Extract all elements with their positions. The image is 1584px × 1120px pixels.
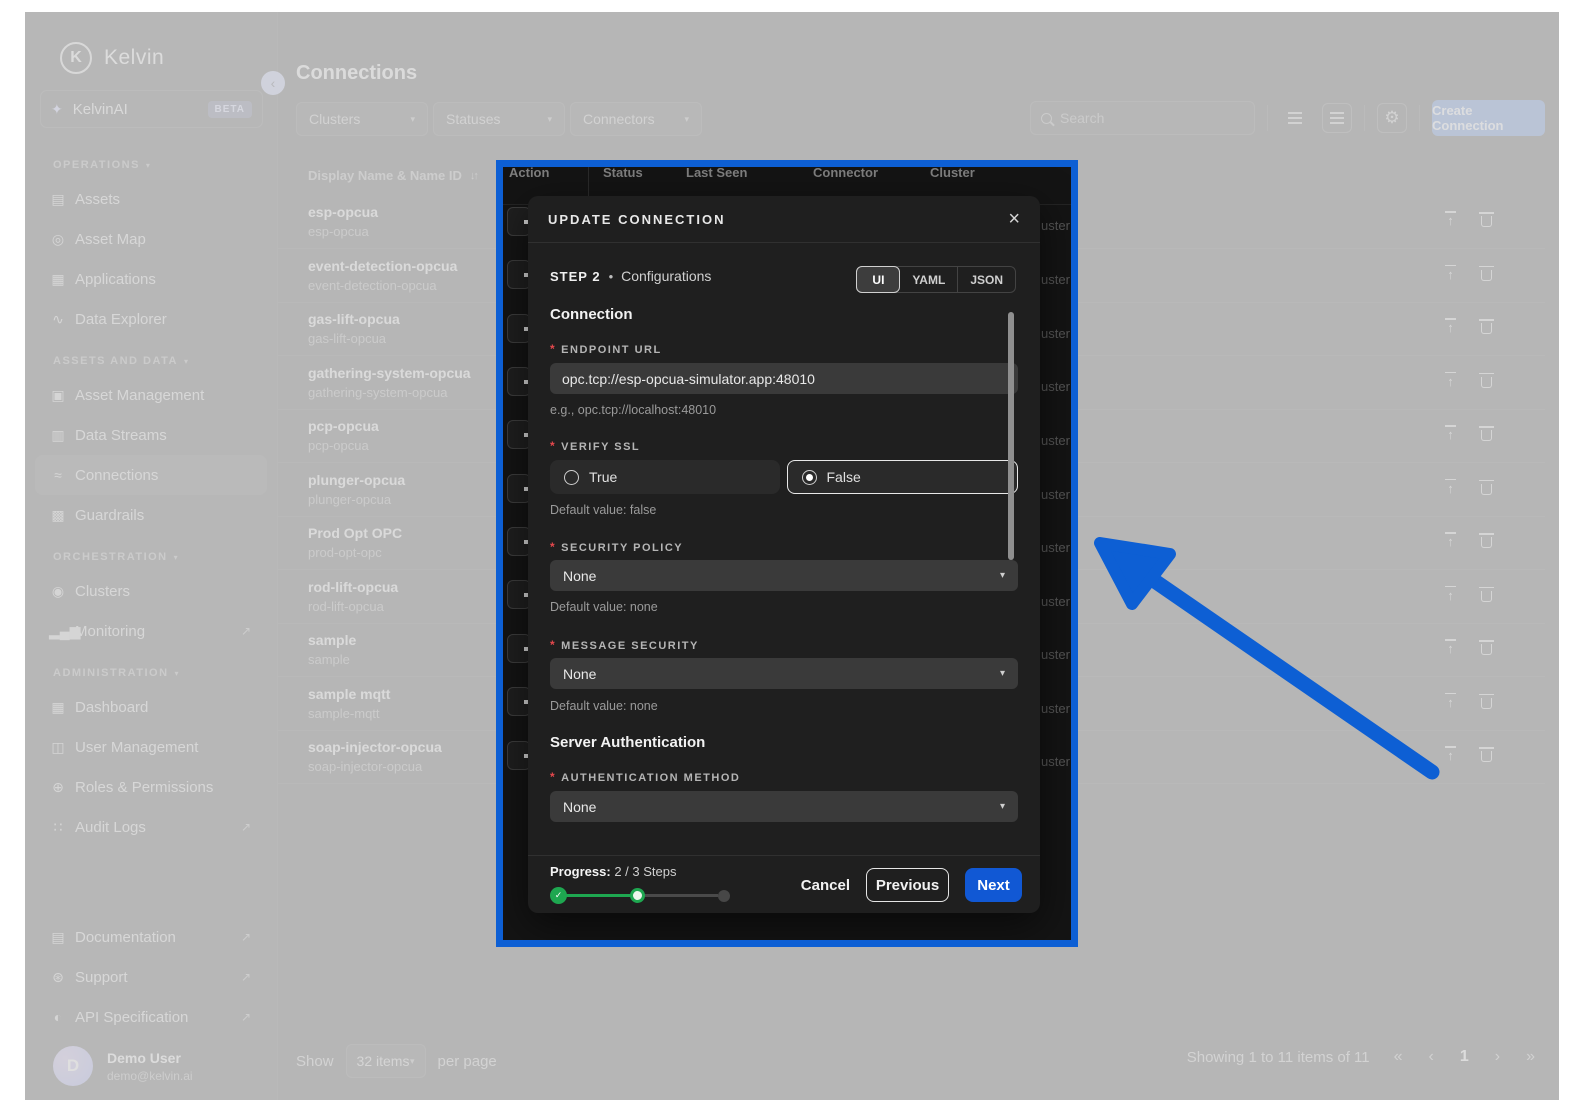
progress-steps: 2 / 3 Steps	[614, 864, 676, 879]
required-icon: *	[550, 770, 556, 784]
tab-ui[interactable]: UI	[856, 266, 900, 293]
progress-label: Progress:	[550, 864, 611, 879]
cancel-button[interactable]: Cancel	[801, 877, 850, 894]
screenshot-stage: K Kelvin ✦ KelvinAI BETA OPERATIONS▾▤Ass…	[0, 0, 1584, 1120]
verify-ssl-label: *VERIFY SSL	[550, 439, 640, 453]
modal-title: UPDATE CONNECTION	[548, 212, 725, 227]
close-icon[interactable]: ×	[1008, 209, 1020, 229]
cluster-cell-fragment: uster	[1041, 272, 1070, 287]
chevron-down-icon: ▾	[1000, 668, 1005, 679]
column-header-cluster: Cluster	[930, 165, 975, 180]
modal-footer: Progress: 2 / 3 Steps ✓ Cancel Previous …	[528, 855, 1040, 913]
security-policy-select[interactable]: None ▾	[550, 560, 1018, 591]
endpoint-url-label: *ENDPOINT URL	[550, 342, 662, 356]
message-security-value: None	[563, 666, 596, 682]
next-button[interactable]: Next	[965, 868, 1022, 902]
cluster-cell-fragment: uster	[1041, 701, 1070, 716]
step-label: STEP 2	[550, 269, 601, 284]
radio-selected-icon	[802, 470, 817, 485]
verify-ssl-false-option[interactable]: False	[787, 460, 1019, 494]
progress-text: Progress: 2 / 3 Steps	[550, 864, 676, 879]
annotation-highlight-box: Action Status Last Seen Connector Cluster ust…	[496, 160, 1078, 947]
security-policy-label: *SECURITY POLICY	[550, 540, 683, 554]
tab-json[interactable]: JSON	[958, 267, 1015, 292]
false-option-label: False	[827, 469, 861, 485]
step-name: Configurations	[621, 268, 711, 284]
step-indicator: STEP 2 • Configurations	[550, 268, 711, 284]
verify-ssl-helper: Default value: false	[550, 503, 656, 517]
required-icon: *	[550, 540, 556, 554]
security-policy-value: None	[563, 568, 596, 584]
required-icon: *	[550, 342, 556, 356]
cluster-cell-fragment: uster	[1041, 487, 1070, 502]
required-icon: *	[550, 638, 556, 652]
cluster-cell-fragment: uster	[1041, 540, 1070, 555]
cluster-cell-fragment: uster	[1041, 594, 1070, 609]
bullet-icon: •	[609, 269, 614, 284]
cluster-cell-fragment: uster	[1041, 326, 1070, 341]
editor-mode-tabs: UIYAMLJSON	[856, 266, 1016, 293]
progress-bar-done	[560, 894, 638, 897]
update-connection-modal: UPDATE CONNECTION × STEP 2 • Configurati…	[528, 196, 1040, 913]
cluster-cell-fragment: uster	[1041, 433, 1070, 448]
authentication-method-value: None	[563, 799, 596, 815]
endpoint-url-helper: e.g., opc.tcp://localhost:48010	[550, 403, 716, 417]
cluster-cell-fragment: uster	[1041, 754, 1070, 769]
column-header-connector: Connector	[813, 165, 878, 180]
progress-bar-remaining	[642, 894, 718, 897]
cluster-cell-fragment: uster	[1041, 379, 1070, 394]
cluster-cell-fragment: uster	[1041, 218, 1070, 233]
step-2-current-icon	[630, 888, 645, 903]
radio-icon	[564, 470, 579, 485]
authentication-method-label: *AUTHENTICATION METHOD	[550, 770, 740, 784]
modal-header: UPDATE CONNECTION ×	[528, 196, 1040, 243]
security-policy-helper: Default value: none	[550, 600, 658, 614]
message-security-select[interactable]: None ▾	[550, 658, 1018, 689]
scrollbar-thumb[interactable]	[1008, 312, 1014, 560]
progress-track: ✓	[550, 886, 730, 906]
previous-button[interactable]: Previous	[866, 868, 949, 902]
step-3-pending-icon	[718, 890, 730, 902]
verify-ssl-true-option[interactable]: True	[550, 460, 780, 494]
true-option-label: True	[589, 469, 617, 485]
tab-yaml[interactable]: YAML	[900, 267, 958, 292]
message-security-helper: Default value: none	[550, 699, 658, 713]
chevron-down-icon: ▾	[1000, 570, 1005, 581]
column-header-status: Status	[603, 165, 643, 180]
required-icon: *	[550, 439, 556, 453]
verify-ssl-radio-group: True False	[550, 460, 1018, 494]
endpoint-url-input[interactable]	[550, 363, 1018, 394]
cluster-cell-fragment: uster	[1041, 647, 1070, 662]
section-server-authentication: Server Authentication	[550, 734, 705, 751]
step-1-complete-icon: ✓	[550, 887, 567, 904]
message-security-label: *MESSAGE SECURITY	[550, 638, 699, 652]
column-header-last-seen: Last Seen	[686, 165, 747, 180]
column-header-action: Action	[509, 165, 549, 180]
authentication-method-select[interactable]: None ▾	[550, 791, 1018, 822]
section-connection: Connection	[550, 306, 633, 323]
chevron-down-icon: ▾	[1000, 801, 1005, 812]
